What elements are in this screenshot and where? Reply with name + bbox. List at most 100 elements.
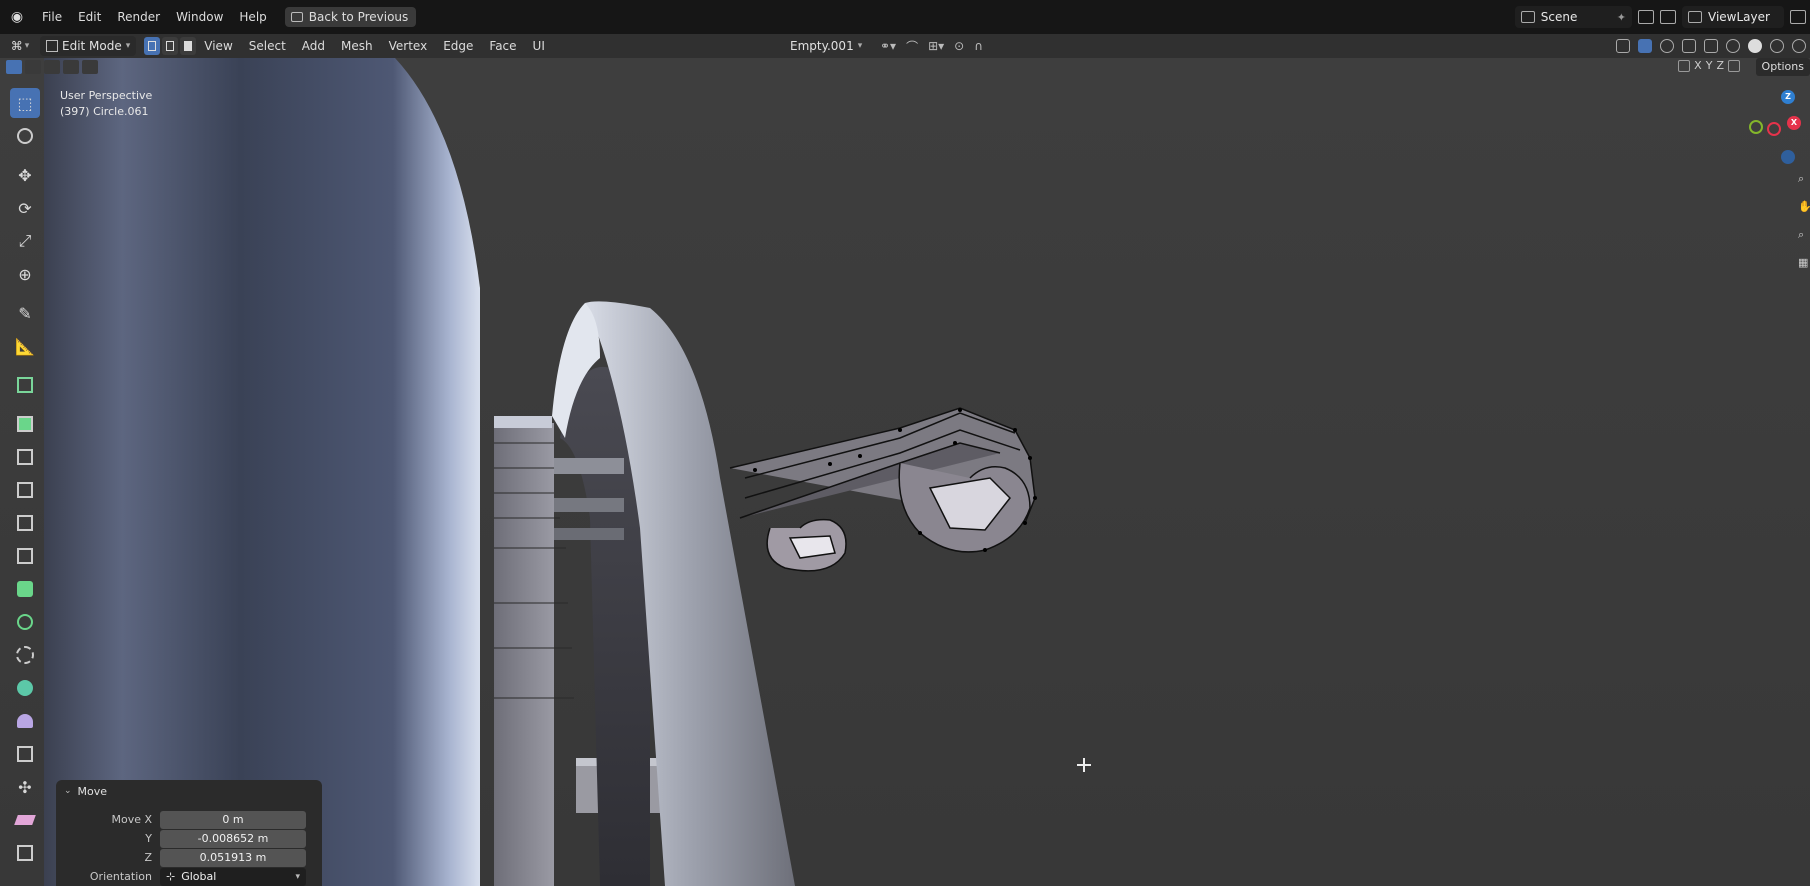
- move-y-field[interactable]: -0.008652 m: [160, 829, 306, 848]
- op-panel-header[interactable]: ⌄ Move: [56, 780, 322, 802]
- annotate-tool[interactable]: ✎: [10, 298, 40, 328]
- scene-selector[interactable]: Scene ✦: [1514, 6, 1632, 28]
- xray-icon[interactable]: [1682, 39, 1696, 53]
- mode-label: Edit Mode: [62, 39, 122, 53]
- pivot-object-selector[interactable]: Empty.001 ▾: [790, 36, 862, 56]
- loop-cut-tool[interactable]: [10, 508, 40, 538]
- move-tool[interactable]: ✥: [10, 160, 40, 190]
- gizmo-neg-x-axis[interactable]: [1767, 122, 1781, 136]
- orientation-row: Orientation ⊹ Global ▾: [56, 867, 322, 886]
- menu-add[interactable]: Add: [294, 34, 333, 58]
- menu-face[interactable]: Face: [481, 34, 524, 58]
- material-shading-icon[interactable]: [1770, 39, 1784, 53]
- knife-tool[interactable]: [10, 541, 40, 571]
- zoom-icon[interactable]: ⌕: [1798, 172, 1810, 186]
- menu-edit[interactable]: Edit: [70, 0, 109, 34]
- extrude-tool[interactable]: [10, 409, 40, 439]
- move-x-label: Move X: [111, 813, 152, 826]
- wireframe-shading-icon[interactable]: [1726, 39, 1740, 53]
- rip-tool[interactable]: [10, 805, 40, 835]
- add-cube-icon: [17, 377, 33, 393]
- spin-tool[interactable]: [10, 607, 40, 637]
- snap-target-icon[interactable]: ⊞▾: [928, 39, 944, 53]
- menu-file[interactable]: File: [34, 0, 70, 34]
- cursor-tool[interactable]: [10, 121, 40, 151]
- orientation-icon: ⊹: [166, 869, 176, 883]
- falloff-icon[interactable]: ∩: [974, 39, 983, 53]
- add-cube-tool[interactable]: [10, 370, 40, 400]
- gizmo-z-axis[interactable]: Z: [1781, 90, 1795, 104]
- menu-help[interactable]: Help: [231, 0, 274, 34]
- menu-edge[interactable]: Edge: [435, 34, 481, 58]
- vertex-select-icon[interactable]: [144, 37, 161, 55]
- gizmo-y-axis[interactable]: [1749, 120, 1763, 134]
- menu-mesh[interactable]: Mesh: [333, 34, 381, 58]
- shrink-fatten-tool[interactable]: [10, 706, 40, 736]
- visibility-icon[interactable]: [1616, 39, 1630, 53]
- move-x-field[interactable]: 0 m: [160, 810, 306, 829]
- shear-tool[interactable]: [10, 739, 40, 769]
- navigation-gizmo[interactable]: Z X: [1745, 86, 1810, 166]
- inset-tool[interactable]: [10, 442, 40, 472]
- subtract-selection-icon[interactable]: [44, 60, 60, 74]
- mode-selector[interactable]: Edit Mode ▾: [40, 36, 137, 56]
- gizmo-neg-z-axis[interactable]: [1781, 150, 1795, 164]
- bevel-tool[interactable]: [10, 475, 40, 505]
- delete-scene-icon[interactable]: [1660, 10, 1676, 24]
- menu-select[interactable]: Select: [241, 34, 294, 58]
- pan-icon[interactable]: ✋: [1798, 200, 1810, 214]
- menu-vertex[interactable]: Vertex: [381, 34, 436, 58]
- blender-logo-icon[interactable]: ◉: [0, 0, 34, 34]
- extend-selection-icon[interactable]: [25, 60, 41, 74]
- rip-region-tool[interactable]: [10, 838, 40, 868]
- cursor-icon: [17, 128, 33, 144]
- set-selection-icon[interactable]: [6, 60, 22, 74]
- gizmo-x-axis[interactable]: X: [1787, 116, 1801, 130]
- select-box-tool[interactable]: ⬚: [10, 88, 40, 118]
- mirror-x-toggle[interactable]: X: [1694, 59, 1702, 72]
- new-view-layer-icon[interactable]: [1790, 10, 1806, 24]
- menu-render[interactable]: Render: [109, 0, 168, 34]
- scale-tool[interactable]: ⤢: [10, 226, 40, 256]
- proportional-edit-icon[interactable]: ⊙: [954, 39, 964, 53]
- measure-tool[interactable]: 📐: [10, 331, 40, 361]
- rendered-shading-icon[interactable]: [1792, 39, 1806, 53]
- view-layer-selector[interactable]: ViewLayer: [1682, 6, 1784, 28]
- back-to-previous-button[interactable]: Back to Previous: [284, 7, 417, 27]
- menu-view[interactable]: View: [196, 34, 240, 58]
- transform-tool[interactable]: ⊕: [10, 259, 40, 289]
- overlay-toggle-icon[interactable]: [1660, 39, 1674, 53]
- mirror-icon: [1678, 59, 1691, 72]
- editor-type-button[interactable]: ⌘ ▾: [0, 39, 40, 53]
- transform-icon: ⊕: [18, 264, 32, 284]
- transform-pivot-icon[interactable]: ⚭▾: [880, 39, 896, 53]
- topology-mirror-icon[interactable]: [1728, 59, 1740, 72]
- poly-build-tool[interactable]: [10, 574, 40, 604]
- chevron-down-icon: ▾: [125, 41, 131, 51]
- edge-slide-tool[interactable]: [10, 673, 40, 703]
- options-button[interactable]: Options: [1755, 58, 1810, 76]
- menu-window[interactable]: Window: [168, 0, 231, 34]
- new-scene-icon[interactable]: [1638, 10, 1654, 24]
- solid-shading-icon[interactable]: [1748, 39, 1762, 53]
- move-z-row: Z 0.051913 m: [56, 848, 322, 867]
- move-z-field[interactable]: 0.051913 m: [160, 848, 306, 867]
- mirror-y-toggle[interactable]: Y: [1706, 59, 1713, 72]
- menu-uv[interactable]: UI: [525, 34, 553, 58]
- pin-icon[interactable]: ✦: [1617, 11, 1626, 24]
- face-select-icon[interactable]: [180, 37, 197, 55]
- snap-icon[interactable]: ⌒: [906, 38, 918, 55]
- gizmo-toggle-icon[interactable]: [1638, 39, 1652, 53]
- mirror-z-toggle[interactable]: Z: [1716, 59, 1724, 72]
- smooth-tool[interactable]: [10, 640, 40, 670]
- invert-selection-icon[interactable]: [63, 60, 79, 74]
- intersect-selection-icon[interactable]: [82, 60, 98, 74]
- orientation-select[interactable]: ⊹ Global ▾: [160, 867, 306, 886]
- ortho-toggle-icon[interactable]: ▦: [1798, 256, 1810, 270]
- viewport-3d[interactable]: [0, 58, 1810, 886]
- camera-view-icon[interactable]: ⌕: [1798, 228, 1810, 242]
- mesh-edit-overlay-icon[interactable]: [1704, 39, 1718, 53]
- edge-select-icon[interactable]: [162, 37, 179, 55]
- to-sphere-tool[interactable]: ✣: [10, 772, 40, 802]
- rotate-tool[interactable]: ⟳: [10, 193, 40, 223]
